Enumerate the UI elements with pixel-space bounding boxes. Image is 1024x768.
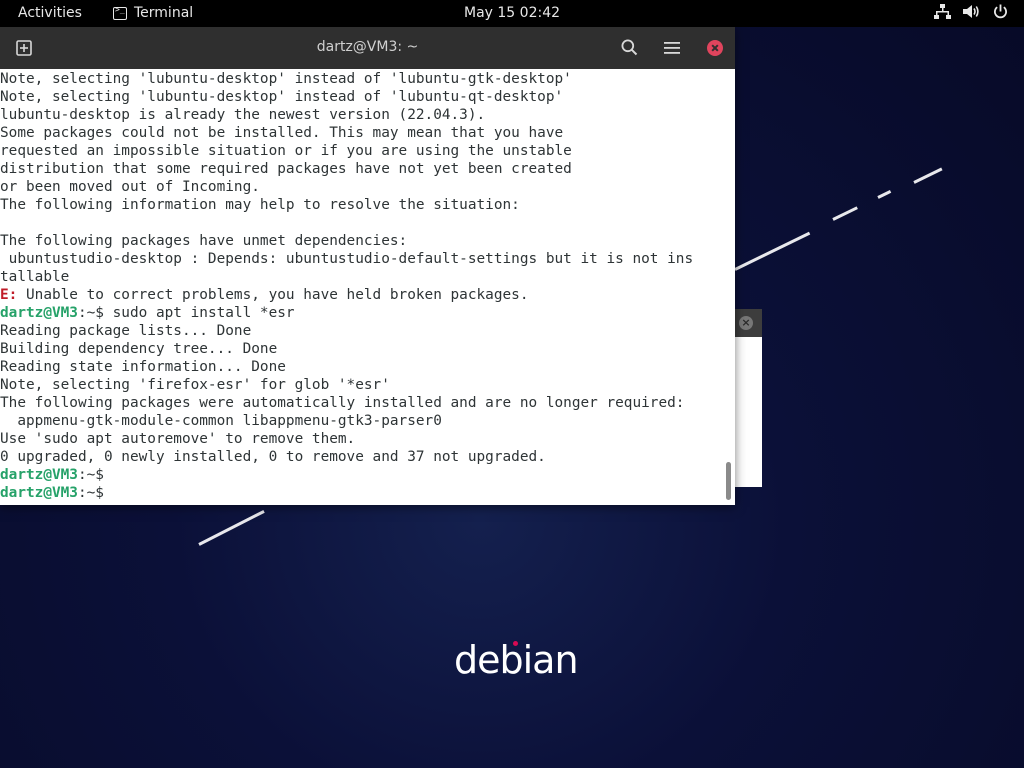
prompt-command: sudo apt install *esr xyxy=(103,305,295,321)
terminal-lines: Note, selecting 'lubuntu-desktop' instea… xyxy=(0,70,722,502)
top-bar: Activities Terminal May 15 02:42 xyxy=(0,0,1024,27)
wallpaper-line xyxy=(913,167,943,184)
terminal-output-line: The following information may help to re… xyxy=(0,197,520,213)
prompt-user: dartz@VM3 xyxy=(0,305,78,321)
terminal-output-line: Note, selecting 'firefox-esr' for glob '… xyxy=(0,377,390,393)
terminal-output-line: Use 'sudo apt autoremove' to remove them… xyxy=(0,431,356,447)
terminal-output-line: tallable xyxy=(0,269,70,285)
clock[interactable]: May 15 02:42 xyxy=(464,5,560,21)
close-window-button[interactable] xyxy=(707,40,723,56)
terminal-output-line: or been moved out of Incoming. xyxy=(0,179,260,195)
search-button[interactable] xyxy=(621,39,638,60)
terminal-output-line: distribution that some required packages… xyxy=(0,161,572,177)
volume-icon[interactable] xyxy=(963,4,981,19)
prompt-path: :~$ xyxy=(77,305,104,321)
terminal-output-line: Note, selecting 'lubuntu-desktop' instea… xyxy=(0,89,564,105)
hamburger-menu-button[interactable] xyxy=(664,40,680,59)
prompt-path: :~$ xyxy=(77,485,104,501)
terminal-output-line: The following packages were automaticall… xyxy=(0,395,685,411)
background-window-close-icon[interactable]: × xyxy=(739,316,753,330)
terminal-prompt-line: dartz@VM3:~$ xyxy=(0,466,722,484)
system-tray[interactable] xyxy=(934,4,1008,19)
debian-logo: debian xyxy=(454,638,579,682)
terminal-output-line: Reading package lists... Done xyxy=(0,323,252,339)
power-icon[interactable] xyxy=(993,4,1008,19)
terminal-output-line: requested an impossible situation or if … xyxy=(0,143,572,159)
terminal-prompt-line: dartz@VM3:~$ sudo apt install *esr xyxy=(0,304,722,322)
terminal-output-line: The following packages have unmet depend… xyxy=(0,233,408,249)
debian-logo-dot xyxy=(513,641,518,646)
hamburger-icon xyxy=(664,42,680,54)
wallpaper-line xyxy=(198,510,265,546)
wallpaper-line xyxy=(832,206,858,221)
prompt-user: dartz@VM3 xyxy=(0,467,78,483)
terminal-window[interactable]: dartz@VM3: ~ Note, selecting 'lubuntu-de… xyxy=(0,27,735,505)
terminal-output[interactable]: Note, selecting 'lubuntu-desktop' instea… xyxy=(0,70,722,505)
activities-button[interactable]: Activities xyxy=(18,5,82,21)
desktop: debian × Activities Terminal May 15 02:4… xyxy=(0,0,1024,768)
terminal-output-line: lubuntu-desktop is already the newest ve… xyxy=(0,107,486,123)
background-window-header[interactable]: × xyxy=(735,309,762,337)
wallpaper-line xyxy=(877,190,892,199)
prompt-path: :~$ xyxy=(77,467,104,483)
wallpaper-line xyxy=(734,231,811,271)
terminal-output-line: Note, selecting 'lubuntu-desktop' instea… xyxy=(0,71,572,87)
terminal-app-icon xyxy=(113,5,127,20)
search-icon xyxy=(621,39,638,56)
app-menu-label: Terminal xyxy=(134,5,194,21)
terminal-error-line: E: Unable to correct problems, you have … xyxy=(0,286,722,304)
error-prefix: E: xyxy=(0,287,18,303)
terminal-output-line: ubuntustudio-desktop : Depends: ubuntust… xyxy=(0,251,694,267)
error-message: Unable to correct problems, you have hel… xyxy=(17,287,529,303)
terminal-output-line: Reading state information... Done xyxy=(0,359,286,375)
background-window[interactable]: × xyxy=(735,309,762,487)
terminal-prompt-line: dartz@VM3:~$ xyxy=(0,484,722,502)
terminal-scrollbar[interactable] xyxy=(722,70,735,505)
terminal-output-line: 0 upgraded, 0 newly installed, 0 to remo… xyxy=(0,449,546,465)
terminal-titlebar[interactable]: dartz@VM3: ~ xyxy=(0,27,735,69)
terminal-output-line: Building dependency tree... Done xyxy=(0,341,278,357)
terminal-output-line: appmenu-gtk-module-common libappmenu-gtk… xyxy=(0,413,442,429)
app-menu-button[interactable]: Terminal xyxy=(113,5,193,21)
scrollbar-thumb[interactable] xyxy=(726,462,731,500)
prompt-user: dartz@VM3 xyxy=(0,485,78,501)
network-icon[interactable] xyxy=(934,4,951,19)
terminal-output-line: Some packages could not be installed. Th… xyxy=(0,125,564,141)
